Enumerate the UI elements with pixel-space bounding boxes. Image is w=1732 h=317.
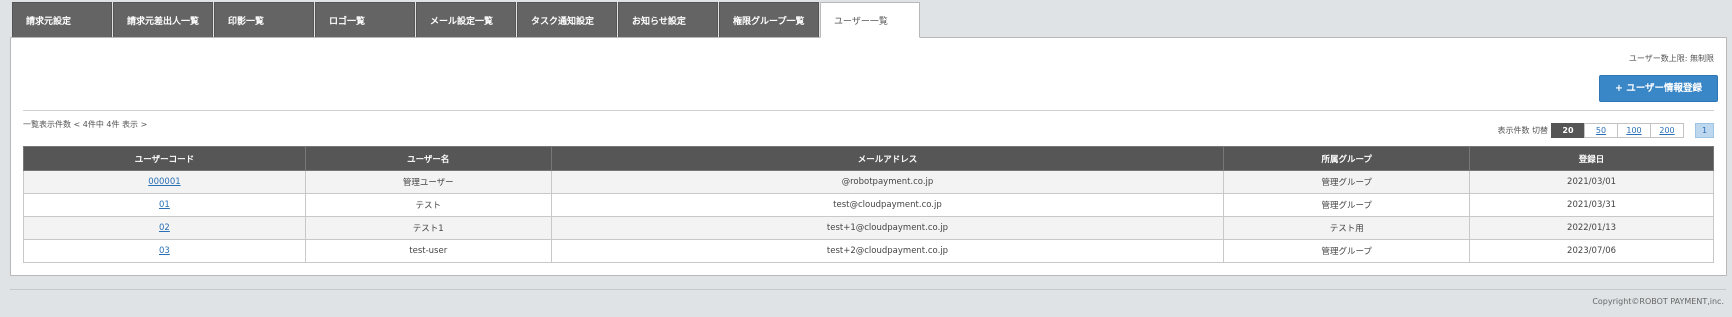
page-size-50-button[interactable]: 50 (1584, 122, 1618, 138)
table-row: 000001 管理ユーザー @robotpayment.co.jp 管理グループ… (23, 170, 1714, 194)
group-cell: テスト用 (1223, 216, 1471, 240)
group-cell: 管理グループ (1223, 170, 1471, 194)
user-code-link[interactable]: 000001 (148, 177, 180, 187)
column-header-user-code[interactable]: ユーザーコード (23, 146, 306, 171)
registered-date-cell: 2023/07/06 (1469, 239, 1714, 263)
user-code-cell: 03 (23, 239, 306, 263)
email-cell: test@cloudpayment.co.jp (550, 193, 1225, 217)
tab-user-list[interactable]: ユーザー一覧 (820, 2, 920, 38)
tab-mail-settings-list[interactable]: メール設定一覧 (416, 2, 516, 37)
user-code-cell: 000001 (23, 170, 306, 194)
user-name-cell: test-user (304, 239, 552, 263)
email-cell: test+2@cloudpayment.co.jp (550, 239, 1225, 263)
divider (23, 110, 1714, 111)
user-table: ユーザーコード ユーザー名 メールアドレス 所属グループ 登録日 000001 … (23, 146, 1714, 263)
user-code-link[interactable]: 03 (159, 246, 170, 256)
tab-seal-list[interactable]: 印影一覧 (214, 2, 314, 37)
add-user-button[interactable]: + ユーザー情報登録 (1599, 75, 1718, 102)
user-name-cell: テスト (304, 193, 552, 217)
column-header-email[interactable]: メールアドレス (550, 146, 1225, 171)
tab-bar: 請求元設定 請求元差出人一覧 印影一覧 ロゴ一覧 メール設定一覧 タスク通知設定… (12, 2, 921, 38)
page-size-200-button[interactable]: 200 (1650, 122, 1684, 138)
tab-notice-settings[interactable]: お知らせ設定 (618, 2, 718, 37)
registered-date-cell: 2021/03/31 (1469, 193, 1714, 217)
user-limit-text: ユーザー数上限: 無制限 (1628, 54, 1714, 63)
group-cell: 管理グループ (1223, 193, 1471, 217)
table-header-row: ユーザーコード ユーザー名 メールアドレス 所属グループ 登録日 (23, 146, 1714, 171)
pagination-controls: 表示件数 切替 20 50 100 200 1 (1497, 122, 1714, 138)
user-code-cell: 01 (23, 193, 306, 217)
footer-divider (10, 289, 1726, 290)
email-cell: @robotpayment.co.jp (550, 170, 1225, 194)
user-list-panel: ユーザー数上限: 無制限 + ユーザー情報登録 一覧表示件数 < 4件中 4件 … (10, 37, 1727, 276)
email-cell: test+1@cloudpayment.co.jp (550, 216, 1225, 240)
user-name-cell: テスト1 (304, 216, 552, 240)
record-count-text: 一覧表示件数 < 4件中 4件 表示 > (23, 120, 148, 129)
tab-billing-source-settings[interactable]: 請求元設定 (12, 2, 112, 37)
page-size-label: 表示件数 切替 (1497, 125, 1548, 135)
registered-date-cell: 2022/01/13 (1469, 216, 1714, 240)
user-code-link[interactable]: 02 (159, 223, 170, 233)
user-name-cell: 管理ユーザー (304, 170, 552, 194)
column-header-user-name[interactable]: ユーザー名 (304, 146, 552, 171)
tab-permission-group-list[interactable]: 権限グループ一覧 (719, 2, 819, 37)
column-header-registered-date[interactable]: 登録日 (1469, 146, 1714, 171)
table-row: 03 test-user test+2@cloudpayment.co.jp 管… (23, 239, 1714, 263)
registered-date-cell: 2021/03/01 (1469, 170, 1714, 194)
table-row: 01 テスト test@cloudpayment.co.jp 管理グループ 20… (23, 193, 1714, 217)
tab-billing-sender-list[interactable]: 請求元差出人一覧 (113, 2, 213, 37)
tab-task-notification-settings[interactable]: タスク通知設定 (517, 2, 617, 37)
page-1-button[interactable]: 1 (1695, 122, 1714, 138)
copyright-text: Copyright©ROBOT PAYMENT,inc. (1592, 297, 1724, 306)
user-code-cell: 02 (23, 216, 306, 240)
group-cell: 管理グループ (1223, 239, 1471, 263)
page-size-20-button[interactable]: 20 (1551, 122, 1585, 138)
tab-logo-list[interactable]: ロゴ一覧 (315, 2, 415, 37)
page-size-100-button[interactable]: 100 (1617, 122, 1651, 138)
column-header-group[interactable]: 所属グループ (1223, 146, 1471, 171)
user-code-link[interactable]: 01 (159, 200, 170, 210)
table-row: 02 テスト1 test+1@cloudpayment.co.jp テスト用 2… (23, 216, 1714, 240)
